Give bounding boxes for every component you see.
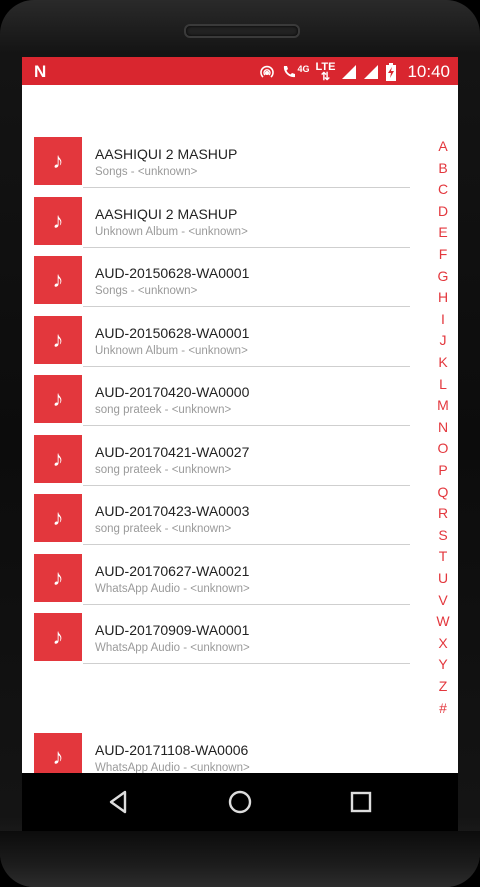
song-subtitle: song prateek - <unknown> (95, 463, 232, 476)
song-subtitle: Unknown Album - <unknown> (95, 344, 248, 357)
battery-charging-icon (386, 63, 397, 81)
alphabet-index-letter[interactable]: P (432, 462, 454, 478)
song-title: AUD-20170423-WA0003 (95, 503, 250, 519)
alphabet-index-letter[interactable]: S (432, 527, 454, 543)
song-list-item[interactable]: ♪ AUD-20171108-WA0006 WhatsApp Audio - <un… (34, 731, 410, 773)
wifi-calling-icon: 4G (281, 64, 309, 80)
alphabet-index-letter[interactable]: A (432, 138, 454, 154)
alphabet-index-letter[interactable]: Q (432, 484, 454, 500)
music-note-icon: ♪ (34, 613, 82, 661)
screen: N 4G LTE ⇅ 10:40 ♪ AASHIQUI 2 MASHUP Son… (22, 57, 458, 773)
music-note-icon: ♪ (34, 733, 82, 773)
alphabet-index-letter[interactable]: M (432, 397, 454, 413)
song-title: AASHIQUI 2 MASHUP (95, 205, 238, 222)
alphabet-index-letter[interactable]: O (432, 440, 454, 456)
song-subtitle: song prateek - <unknown> (95, 523, 232, 535)
music-note-icon: ♪ (34, 434, 82, 483)
music-note-icon: ♪ (34, 553, 82, 602)
song-title: AUD-20150628-WA0001 (95, 265, 250, 281)
song-subtitle: song prateek - <unknown> (95, 404, 232, 416)
alphabet-index-letter[interactable]: H (432, 289, 454, 305)
song-list-item[interactable]: ♪ AUD-20170909-WA0001 WhatsApp Audio - <un… (34, 611, 410, 670)
alphabet-index-letter[interactable]: I (432, 311, 454, 327)
signal-icon (364, 65, 379, 79)
lte-icon: LTE ⇅ (315, 61, 336, 83)
recents-icon[interactable] (346, 787, 376, 817)
alphabet-index-letter[interactable]: B (432, 160, 454, 176)
divider (83, 306, 410, 307)
music-note-icon: ♪ (34, 256, 82, 304)
phone-chin (0, 831, 480, 887)
song-list-item[interactable]: ♪ AASHIQUI 2 MASHUP Unknown Album - <unkno… (34, 195, 410, 254)
divider (83, 484, 410, 486)
song-title: AUD-20170909-WA0001 (95, 622, 250, 638)
divider (83, 425, 410, 426)
song-title: AUD-20170421-WA0027 (95, 443, 250, 460)
alphabet-index-letter[interactable]: X (432, 635, 454, 651)
song-subtitle: WhatsApp Audio - <unknown> (95, 762, 250, 773)
phone-frame: N 4G LTE ⇅ 10:40 ♪ AASHIQUI 2 MASHUP Son… (0, 0, 480, 887)
alphabet-index-letter[interactable]: L (432, 376, 454, 392)
music-note-icon: ♪ (34, 137, 82, 185)
song-title: AUD-20150628-WA0001 (95, 324, 250, 341)
divider (83, 187, 410, 188)
song-list-item[interactable]: ♪ AUD-20150628-WA0001 Songs - <unknown> (34, 254, 410, 313)
alphabet-index-letter[interactable]: T (432, 548, 454, 564)
divider (83, 246, 410, 248)
alphabet-index-letter[interactable]: U (432, 570, 454, 586)
header-space (22, 85, 458, 135)
alphabet-index-letter[interactable]: D (432, 203, 454, 219)
hotspot-icon (260, 65, 275, 78)
status-bar: N 4G LTE ⇅ 10:40 (22, 57, 458, 85)
back-icon[interactable] (104, 787, 134, 817)
alphabet-index-letter[interactable]: C (432, 181, 454, 197)
song-title: AUD-20170420-WA0000 (95, 384, 250, 400)
home-icon[interactable] (225, 787, 255, 817)
divider (83, 603, 410, 605)
alphabet-index-letter[interactable]: # (432, 700, 454, 716)
music-note-icon: ♪ (34, 196, 82, 245)
alphabet-index-letter[interactable]: V (432, 592, 454, 608)
song-list-item[interactable]: ♪ AUD-20170423-WA0003 song prateek - <unkn… (34, 492, 410, 551)
alphabet-index-letter[interactable]: Z (432, 678, 454, 694)
earpiece-speaker (184, 24, 300, 38)
music-note-icon: ♪ (34, 494, 82, 542)
song-subtitle: Unknown Album - <unknown> (95, 225, 248, 238)
divider (83, 365, 410, 367)
netflix-notification-icon: N (34, 62, 47, 81)
music-note-icon: ♪ (34, 375, 82, 423)
song-title: AASHIQUI 2 MASHUP (95, 146, 238, 162)
song-list-item[interactable]: ♪ AUD-20170421-WA0027 song prateek - <unkn… (34, 433, 410, 492)
song-list-item[interactable]: ♪ AUD-20170627-WA0021 WhatsApp Audio - <un… (34, 552, 410, 611)
alphabet-index-letter[interactable]: N (432, 419, 454, 435)
alphabet-index-letter[interactable]: G (432, 268, 454, 284)
status-icons: 4G LTE ⇅ 10:40 (259, 61, 450, 83)
song-title: AUD-20171108-WA0006 (95, 742, 249, 758)
alphabet-index-letter[interactable]: Y (432, 656, 454, 672)
song-title: AUD-20170627-WA0021 (95, 562, 250, 579)
song-list-item[interactable]: ♪ AUD-20170420-WA0000 song prateek - <unkn… (34, 373, 410, 432)
music-note-icon: ♪ (34, 315, 82, 364)
alphabet-index-letter[interactable]: R (432, 505, 454, 521)
song-list-item[interactable]: ♪ AASHIQUI 2 MASHUP Songs - <unknown> (34, 135, 410, 194)
alphabet-index-letter[interactable]: E (432, 224, 454, 240)
navigation-bar (22, 773, 458, 831)
signal-icon (342, 65, 357, 79)
song-subtitle: Songs - <unknown> (95, 285, 198, 297)
clock: 10:40 (407, 62, 450, 81)
song-list-item[interactable]: ♪ AUD-20150628-WA0001 Unknown Album - <unk… (34, 314, 410, 373)
divider (83, 544, 410, 545)
song-subtitle: WhatsApp Audio - <unknown> (95, 642, 250, 654)
alphabet-index-letter[interactable]: W (432, 613, 454, 629)
alphabet-index-letter[interactable]: F (432, 246, 454, 262)
song-subtitle: WhatsApp Audio - <unknown> (95, 582, 250, 595)
divider (83, 663, 410, 664)
song-subtitle: Songs - <unknown> (95, 166, 198, 178)
alphabet-index-letter[interactable]: K (432, 354, 454, 370)
alphabet-index-letter[interactable]: J (432, 332, 454, 348)
